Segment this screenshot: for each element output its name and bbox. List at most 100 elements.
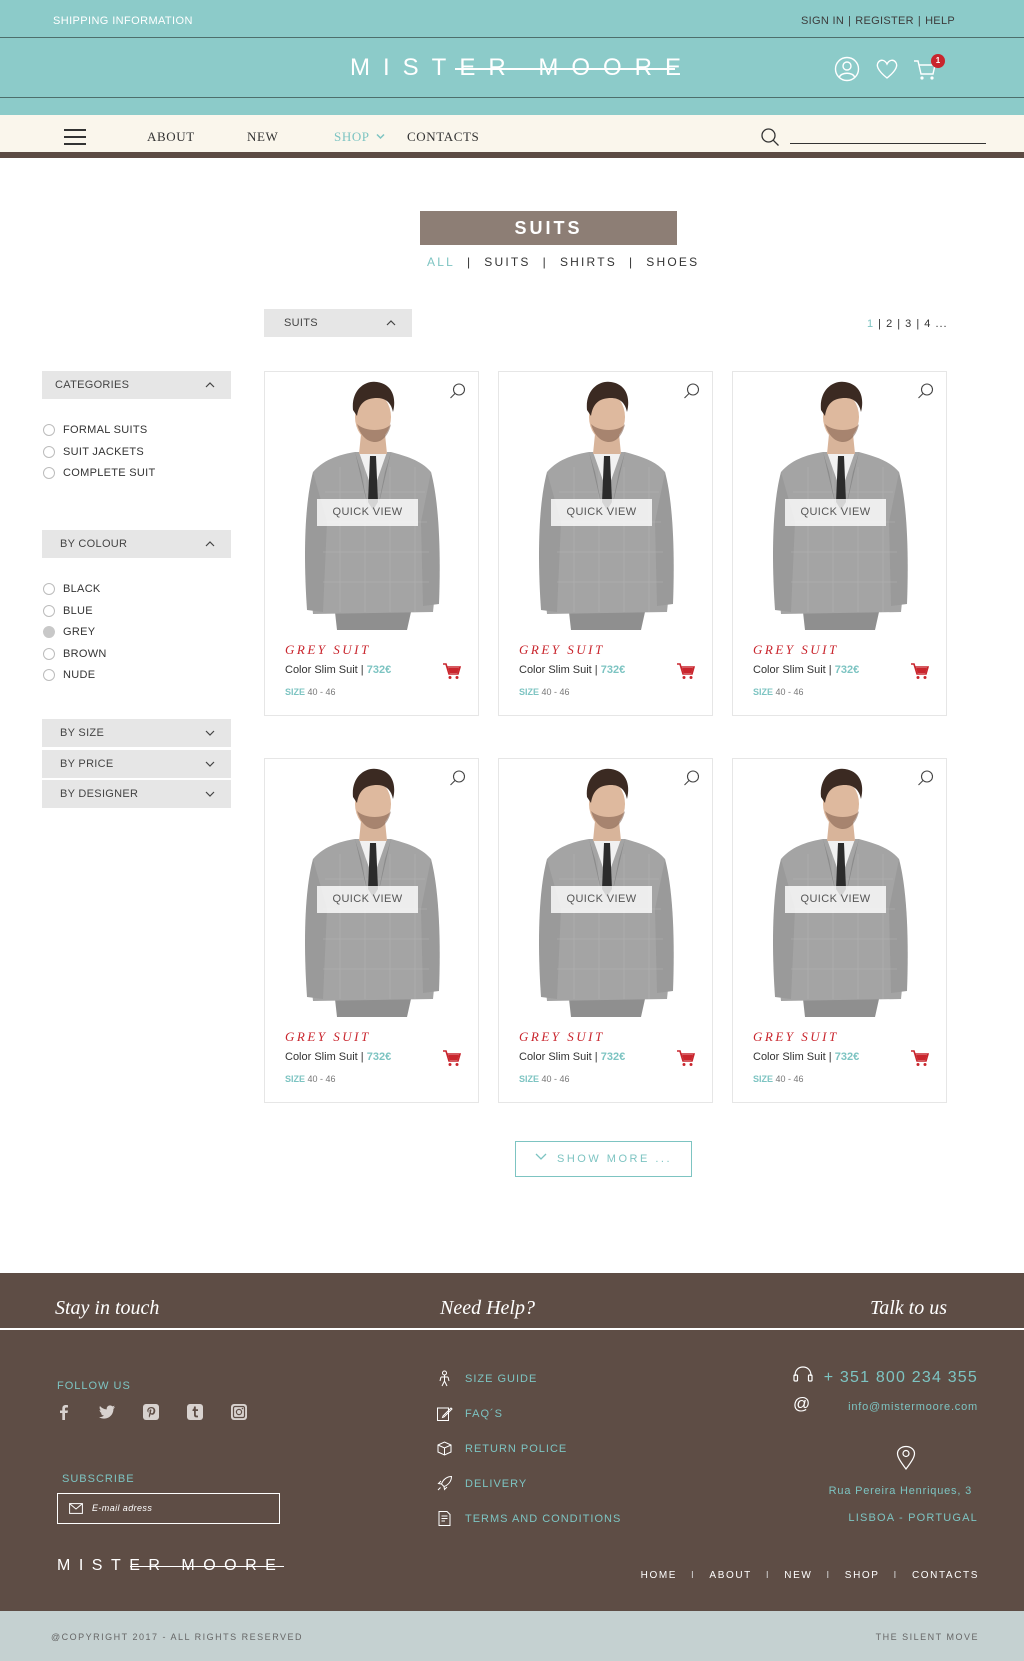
radio-button[interactable] <box>43 424 55 436</box>
radio-button-selected[interactable] <box>43 626 55 638</box>
help-link-size-guide[interactable]: SIZE GUIDE <box>436 1370 537 1387</box>
footer-brand-logo[interactable]: MISTER MOORE <box>57 1557 285 1575</box>
radio-button[interactable] <box>43 583 55 595</box>
zoom-icon[interactable] <box>683 769 701 787</box>
radio-button[interactable] <box>43 467 55 479</box>
nav-new[interactable]: NEW <box>247 129 278 145</box>
designer-filter-header[interactable]: BY DESIGNER <box>42 780 231 808</box>
help-link[interactable]: HELP <box>925 15 955 27</box>
add-to-cart-icon[interactable] <box>676 1049 696 1067</box>
phone-number[interactable]: + 351 800 234 355 <box>824 1369 978 1387</box>
separator: I <box>765 1570 771 1581</box>
facebook-icon[interactable] <box>55 1403 73 1421</box>
product-card[interactable]: QUICK VIEW GREY SUIT Color Slim Suit | 7… <box>264 371 479 716</box>
add-to-cart-icon[interactable] <box>676 662 696 680</box>
help-link-terms[interactable]: TERMS AND CONDITIONS <box>436 1510 621 1527</box>
filter-shirts[interactable]: SHIRTS <box>560 255 617 269</box>
category-option-suit-jackets[interactable]: SUIT JACKETS <box>43 446 144 458</box>
quick-view-button[interactable]: QUICK VIEW <box>785 886 886 913</box>
show-more-button[interactable]: SHOW MORE ... <box>515 1141 692 1177</box>
sign-in-link[interactable]: SIGN IN <box>801 15 844 27</box>
category-option-complete-suit[interactable]: COMPLETE SUIT <box>43 467 156 479</box>
add-to-cart-icon[interactable] <box>910 1049 930 1067</box>
filter-suits[interactable]: SUITS <box>484 255 530 269</box>
product-name[interactable]: GREY SUIT <box>753 642 839 658</box>
radio-button[interactable] <box>43 669 55 681</box>
heart-icon[interactable] <box>874 56 900 82</box>
rocket-icon <box>437 1475 453 1491</box>
zoom-icon[interactable] <box>917 769 935 787</box>
product-card[interactable]: QUICK VIEW GREY SUIT Color Slim Suit | 7… <box>498 371 713 716</box>
register-link[interactable]: REGISTER <box>855 15 914 27</box>
product-name[interactable]: GREY SUIT <box>753 1029 839 1045</box>
add-to-cart-icon[interactable] <box>442 662 462 680</box>
search-icon[interactable] <box>760 127 780 147</box>
product-name[interactable]: GREY SUIT <box>519 1029 605 1045</box>
category-option-formal-suits[interactable]: FORMAL SUITS <box>43 424 147 436</box>
copyright-bar: @COPYRIGHT 2017 - ALL RIGHTS RESERVED TH… <box>0 1611 1024 1661</box>
colour-option-grey[interactable]: GREY <box>43 626 95 638</box>
price-filter-header[interactable]: BY PRICE <box>42 750 231 778</box>
search-input[interactable] <box>790 125 986 143</box>
zoom-icon[interactable] <box>449 769 467 787</box>
nav-contacts[interactable]: CONTACTS <box>407 129 479 145</box>
quick-view-button[interactable]: QUICK VIEW <box>551 886 652 913</box>
product-name[interactable]: GREY SUIT <box>519 642 605 658</box>
help-link-delivery[interactable]: DELIVERY <box>436 1475 527 1492</box>
colour-option-blue[interactable]: BLUE <box>43 605 93 617</box>
radio-button[interactable] <box>43 605 55 617</box>
radio-button[interactable] <box>43 446 55 458</box>
tumblr-icon[interactable] <box>186 1403 204 1421</box>
shipping-info-link[interactable]: SHIPPING INFORMATION <box>53 15 193 27</box>
nav-about[interactable]: ABOUT <box>147 129 195 145</box>
footer-nav-home[interactable]: HOME <box>641 1570 677 1581</box>
sort-dropdown[interactable]: SUITS <box>264 309 412 337</box>
size-filter-header[interactable]: BY SIZE <box>42 719 231 747</box>
zoom-icon[interactable] <box>683 382 701 400</box>
contact-email[interactable]: info@mistermoore.com <box>848 1401 978 1413</box>
product-card[interactable]: QUICK VIEW GREY SUIT Color Slim Suit | 7… <box>732 371 947 716</box>
quick-view-button[interactable]: QUICK VIEW <box>317 499 418 526</box>
product-name[interactable]: GREY SUIT <box>285 1029 371 1045</box>
menu-icon[interactable] <box>64 129 86 145</box>
sort-dropdown-label: SUITS <box>284 317 318 329</box>
pagination[interactable]: 1 | 2 | 3 | 4 ... <box>867 318 948 330</box>
help-link-faqs[interactable]: FAQ´S <box>436 1405 503 1422</box>
brand-logo[interactable]: MISTER MOORE <box>350 54 681 82</box>
help-link-return-police[interactable]: RETURN POLICE <box>436 1440 567 1457</box>
add-to-cart-icon[interactable] <box>910 662 930 680</box>
colour-option-brown[interactable]: BROWN <box>43 648 107 660</box>
colour-option-nude[interactable]: NUDE <box>43 669 95 681</box>
twitter-icon[interactable] <box>98 1403 116 1421</box>
footer-nav-about[interactable]: ABOUT <box>709 1570 751 1581</box>
colour-option-black[interactable]: BLACK <box>43 583 101 595</box>
instagram-icon[interactable] <box>230 1403 248 1421</box>
credit-text[interactable]: THE SILENT MOVE <box>876 1632 979 1642</box>
filter-shoes[interactable]: SHOES <box>646 255 699 269</box>
separator: | <box>848 15 852 27</box>
nav-shop[interactable]: SHOP <box>334 129 385 145</box>
radio-button[interactable] <box>43 648 55 660</box>
colour-filter-header[interactable]: BY COLOUR <box>42 530 231 558</box>
nav-shop-label: SHOP <box>334 129 370 144</box>
quick-view-button[interactable]: QUICK VIEW <box>785 499 886 526</box>
footer-nav-contacts[interactable]: CONTACTS <box>912 1570 979 1581</box>
pinterest-icon[interactable] <box>142 1403 160 1421</box>
product-name[interactable]: GREY SUIT <box>285 642 371 658</box>
add-to-cart-icon[interactable] <box>442 1049 462 1067</box>
filter-all[interactable]: ALL <box>427 255 455 269</box>
product-card[interactable]: QUICK VIEW GREY SUIT Color Slim Suit | 7… <box>264 758 479 1103</box>
product-card[interactable]: QUICK VIEW GREY SUIT Color Slim Suit | 7… <box>732 758 947 1103</box>
footer-nav-shop[interactable]: SHOP <box>845 1570 880 1581</box>
zoom-icon[interactable] <box>917 382 935 400</box>
quick-view-button[interactable]: QUICK VIEW <box>317 886 418 913</box>
subscribe-email-input[interactable]: E-mail adress <box>57 1493 280 1524</box>
page-others[interactable]: | 2 | 3 | 4 ... <box>874 318 948 330</box>
product-card[interactable]: QUICK VIEW GREY SUIT Color Slim Suit | 7… <box>498 758 713 1103</box>
zoom-icon[interactable] <box>449 382 467 400</box>
footer-nav-new[interactable]: NEW <box>784 1570 812 1581</box>
user-icon[interactable] <box>834 56 860 82</box>
categories-filter-header[interactable]: CATEGORIES <box>42 371 231 399</box>
address-line-2: LISBOA - PORTUGAL <box>848 1512 978 1524</box>
quick-view-button[interactable]: QUICK VIEW <box>551 499 652 526</box>
